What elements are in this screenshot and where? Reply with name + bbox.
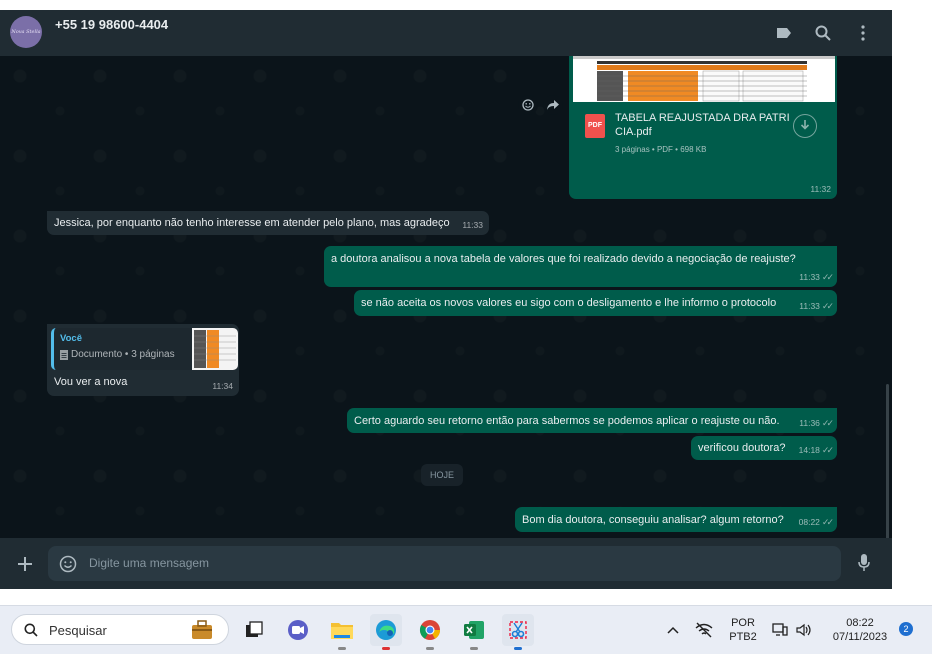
microphone-icon[interactable]: [853, 552, 875, 574]
message-list[interactable]: PDF TABELA REAJUSTADA DRA PATRI CIA.pdf …: [0, 56, 892, 579]
document-title[interactable]: TABELA REAJUSTADA DRA PATRI CIA.pdf: [615, 111, 795, 139]
message-time: 11:33: [462, 220, 483, 230]
snipping-tool-icon[interactable]: [502, 614, 534, 650]
outgoing-message[interactable]: verificou doutora? 14:18 ✓✓: [691, 436, 837, 460]
display-icon[interactable]: [770, 614, 790, 646]
chat-window: Nova Stella +55 19 98600-4404 PDF TABELA…: [0, 10, 892, 589]
message-input-placeholder: Digite uma mensagem: [89, 556, 210, 570]
edge-browser-icon[interactable]: [370, 614, 402, 650]
outgoing-message[interactable]: Bom dia doutora, conseguiu analisar? alg…: [515, 507, 837, 532]
message-time: 11:34: [212, 381, 233, 391]
incoming-message[interactable]: Jessica, por enquanto não tenho interess…: [47, 211, 489, 235]
quote-author: Você: [60, 333, 83, 344]
message-input[interactable]: Digite uma mensagem: [48, 546, 841, 581]
quote-text: Documento • 3 páginas: [60, 348, 175, 362]
label-icon[interactable]: [774, 23, 794, 43]
outgoing-message[interactable]: se não aceita os novos valores eu sigo c…: [354, 290, 837, 316]
message-time: 11:33 ✓✓: [799, 272, 834, 282]
download-button[interactable]: [793, 114, 817, 138]
briefcase-icon: [192, 620, 212, 639]
double-check-icon: ✓✓: [821, 517, 834, 527]
chat-app-icon[interactable]: [282, 614, 314, 646]
document-preview[interactable]: [573, 56, 835, 102]
chevron-up-icon[interactable]: [662, 614, 684, 646]
contact-avatar[interactable]: Nova Stella: [10, 16, 42, 48]
forward-icon[interactable]: [543, 95, 563, 115]
chat-header: Nova Stella +55 19 98600-4404: [0, 10, 892, 56]
quote-thumbnail: [192, 328, 238, 370]
double-check-icon: ✓✓: [821, 301, 834, 311]
message-text: Vou ver a nova: [54, 376, 128, 388]
avatar-text: Nova Stella: [11, 29, 41, 35]
message-text: Certo aguardo seu retorno então para sab…: [354, 415, 780, 427]
taskbar: Pesquisar POR PTB2 08:22 07/11/2023 2: [0, 605, 932, 654]
network-offline-icon[interactable]: [692, 614, 716, 646]
attach-plus-icon[interactable]: [14, 553, 36, 575]
chrome-icon[interactable]: [414, 614, 446, 650]
outgoing-message[interactable]: Certo aguardo seu retorno então para sab…: [347, 408, 837, 433]
message-text: verificou doutora?: [698, 442, 786, 454]
emoji-react-icon[interactable]: [518, 95, 538, 115]
taskbar-search[interactable]: Pesquisar: [11, 614, 229, 645]
language-indicator[interactable]: POR PTB2: [726, 616, 760, 644]
document-message[interactable]: PDF TABELA REAJUSTADA DRA PATRI CIA.pdf …: [569, 56, 837, 199]
message-time: 11:36 ✓✓: [799, 418, 834, 428]
message-text: Jessica, por enquanto não tenho interess…: [54, 217, 450, 229]
pdf-icon: PDF: [585, 114, 605, 138]
task-view-icon[interactable]: [238, 614, 270, 646]
contact-name[interactable]: +55 19 98600-4404: [55, 17, 168, 32]
message-text: a doutora analisou a nova tabela de valo…: [331, 253, 796, 265]
message-text: se não aceita os novos valores eu sigo c…: [361, 297, 777, 309]
date-divider: HOJE: [421, 464, 463, 486]
quoted-message[interactable]: Você Documento • 3 páginas: [51, 328, 238, 370]
compose-bar: Digite uma mensagem: [0, 538, 892, 589]
message-text: Bom dia doutora, conseguiu analisar? alg…: [522, 514, 784, 526]
whatsapp-app: Nova Stella +55 19 98600-4404 PDF TABELA…: [0, 0, 932, 605]
message-time: 08:22 ✓✓: [798, 517, 834, 527]
file-explorer-icon[interactable]: [326, 614, 358, 650]
message-time: 11:33 ✓✓: [799, 301, 834, 311]
search-icon: [24, 623, 38, 637]
download-arrow-icon: [800, 120, 810, 130]
double-check-icon: ✓✓: [821, 445, 834, 455]
outgoing-message[interactable]: a doutora analisou a nova tabela de valo…: [324, 246, 837, 287]
message-time: 14:18 ✓✓: [798, 445, 834, 455]
double-check-icon: ✓✓: [821, 272, 834, 282]
notification-badge[interactable]: 2: [899, 622, 913, 636]
message-time: 11:32: [810, 184, 831, 194]
emoji-icon[interactable]: [58, 554, 78, 574]
speaker-icon[interactable]: [794, 614, 814, 646]
double-check-icon: ✓✓: [821, 418, 834, 428]
more-vertical-icon[interactable]: [853, 23, 873, 43]
taskbar-search-label: Pesquisar: [49, 623, 107, 638]
document-icon: [60, 350, 68, 360]
document-meta: 3 páginas • PDF • 698 KB: [615, 145, 707, 154]
search-icon[interactable]: [813, 23, 833, 43]
incoming-reply-message[interactable]: Você Documento • 3 páginas Vou ver a nov…: [47, 324, 239, 396]
excel-icon[interactable]: [458, 614, 490, 650]
system-clock[interactable]: 08:22 07/11/2023: [824, 616, 896, 644]
